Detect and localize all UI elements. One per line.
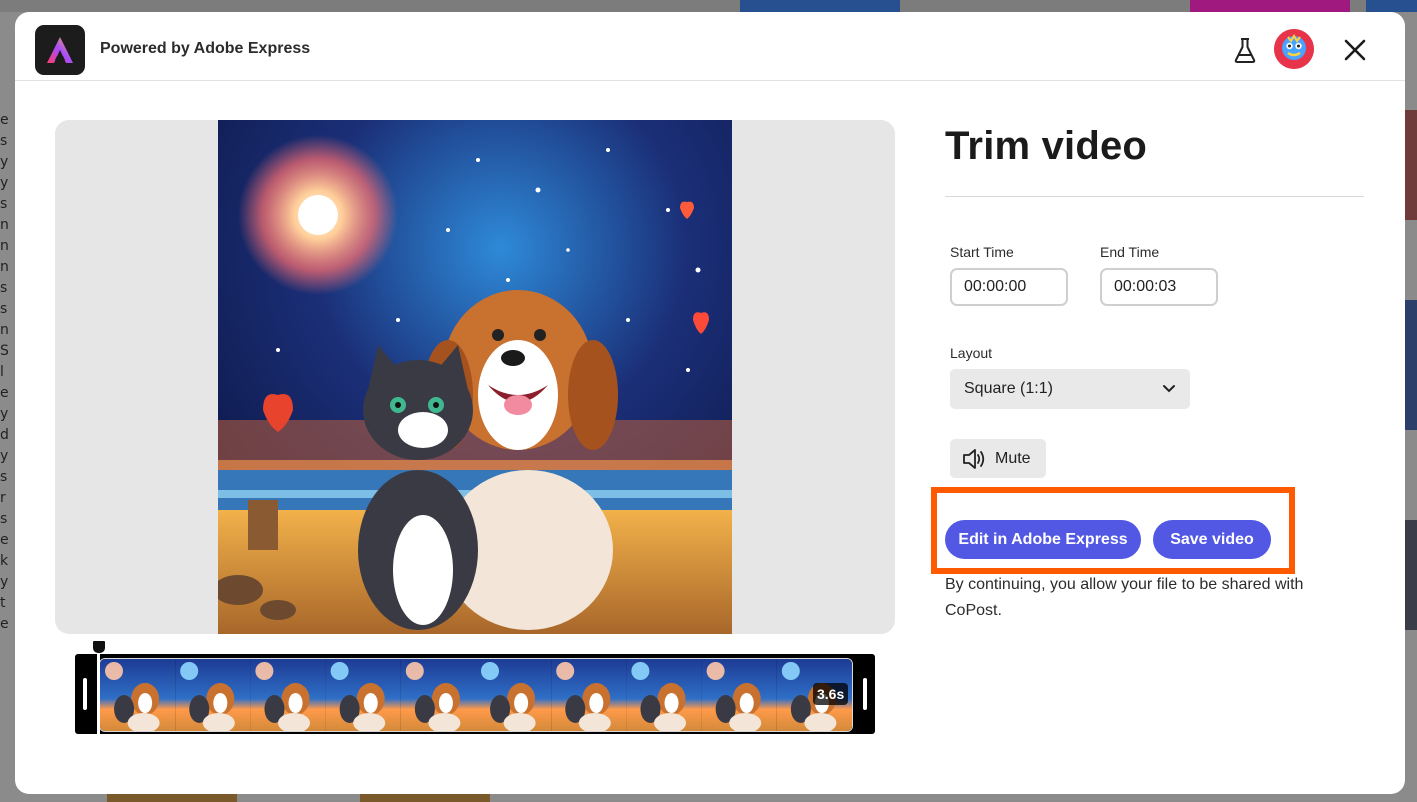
background-letter: s bbox=[0, 511, 8, 527]
panel-divider bbox=[945, 196, 1364, 197]
timeline-frame bbox=[250, 659, 326, 731]
background-right-thumbnail bbox=[1405, 520, 1417, 630]
timeline-frame bbox=[626, 659, 702, 731]
speaker-icon bbox=[963, 448, 985, 469]
background-letter: n bbox=[0, 217, 9, 233]
background-letter: y bbox=[0, 448, 9, 464]
end-time-input[interactable] bbox=[1100, 268, 1218, 306]
adobe-express-logo-icon bbox=[35, 25, 85, 75]
video-preview-image[interactable] bbox=[213, 120, 732, 634]
background-letter: s bbox=[0, 196, 8, 212]
timeline-playhead-knob[interactable] bbox=[92, 640, 106, 654]
timeline-frame bbox=[701, 659, 777, 731]
end-time-label: End Time bbox=[1100, 244, 1160, 260]
background-letter: S bbox=[0, 343, 9, 359]
timeline-right-handle[interactable] bbox=[863, 678, 867, 710]
video-timeline[interactable]: 3.6s bbox=[75, 640, 875, 736]
background-letter: s bbox=[0, 133, 8, 149]
consent-text: By continuing, you allow your file to be… bbox=[945, 576, 1304, 619]
trim-video-modal: Powered by Adobe Express 3.6s Trim video… bbox=[15, 12, 1405, 794]
background-open-staging-button bbox=[1190, 0, 1350, 12]
start-time-input[interactable] bbox=[950, 268, 1068, 306]
background-letter: e bbox=[0, 616, 9, 632]
timeline-left-handle[interactable] bbox=[83, 678, 87, 710]
timeline-frame bbox=[400, 659, 476, 731]
background-letter: s bbox=[0, 301, 8, 317]
background-letter: k bbox=[0, 553, 9, 569]
background-right-thumbnail bbox=[1405, 300, 1417, 430]
timeline-frame bbox=[175, 659, 251, 731]
background-letter: y bbox=[0, 406, 9, 422]
background-letter: r bbox=[0, 490, 6, 506]
background-letter: e bbox=[0, 385, 9, 401]
layout-label: Layout bbox=[950, 345, 993, 361]
background-letter: n bbox=[0, 259, 9, 275]
timeline-frame bbox=[476, 659, 552, 731]
timeline-frame bbox=[551, 659, 627, 731]
chevron-down-icon bbox=[1163, 385, 1175, 393]
background-letter: s bbox=[0, 280, 8, 296]
background-letter: n bbox=[0, 322, 9, 338]
video-preview-area bbox=[55, 120, 895, 634]
mute-button[interactable]: Mute bbox=[950, 439, 1046, 478]
timeline-playhead[interactable] bbox=[97, 640, 100, 736]
save-video-button[interactable]: Save video bbox=[1153, 520, 1271, 559]
background-letter: e bbox=[0, 532, 9, 548]
background-letter: d bbox=[0, 427, 9, 443]
background-letter: l bbox=[0, 364, 4, 380]
layout-select[interactable]: Square (1:1) bbox=[950, 369, 1190, 409]
timeline-frames bbox=[99, 658, 853, 732]
background-left-text: esyysnnnssnSleydysrsekyte bbox=[0, 110, 10, 635]
background-letter: n bbox=[0, 238, 9, 254]
start-time-label: Start Time bbox=[950, 244, 1014, 260]
panel-title: Trim video bbox=[945, 124, 1148, 168]
background-letter: s bbox=[0, 469, 8, 485]
background-right-button bbox=[1366, 0, 1417, 12]
header-title: Powered by Adobe Express bbox=[100, 40, 311, 57]
edit-in-adobe-express-button[interactable]: Edit in Adobe Express bbox=[945, 520, 1141, 559]
background-add-media-button bbox=[740, 0, 900, 12]
layout-select-value: Square (1:1) bbox=[964, 380, 1053, 397]
timeline-frame bbox=[100, 659, 176, 731]
background-letter: t bbox=[0, 595, 6, 611]
duration-badge: 3.6s bbox=[813, 683, 849, 705]
user-avatar[interactable] bbox=[1274, 29, 1314, 69]
timeline-frame bbox=[325, 659, 401, 731]
background-letter: e bbox=[0, 112, 9, 128]
modal-header: Powered by Adobe Express bbox=[15, 12, 1405, 81]
background-letter: y bbox=[0, 175, 9, 191]
background-right-thumbnail bbox=[1405, 110, 1417, 220]
close-icon[interactable] bbox=[1342, 37, 1368, 63]
background-letter: y bbox=[0, 154, 9, 170]
background-letter: y bbox=[0, 574, 9, 590]
flask-icon[interactable] bbox=[1233, 36, 1257, 64]
mute-label: Mute bbox=[995, 449, 1031, 467]
